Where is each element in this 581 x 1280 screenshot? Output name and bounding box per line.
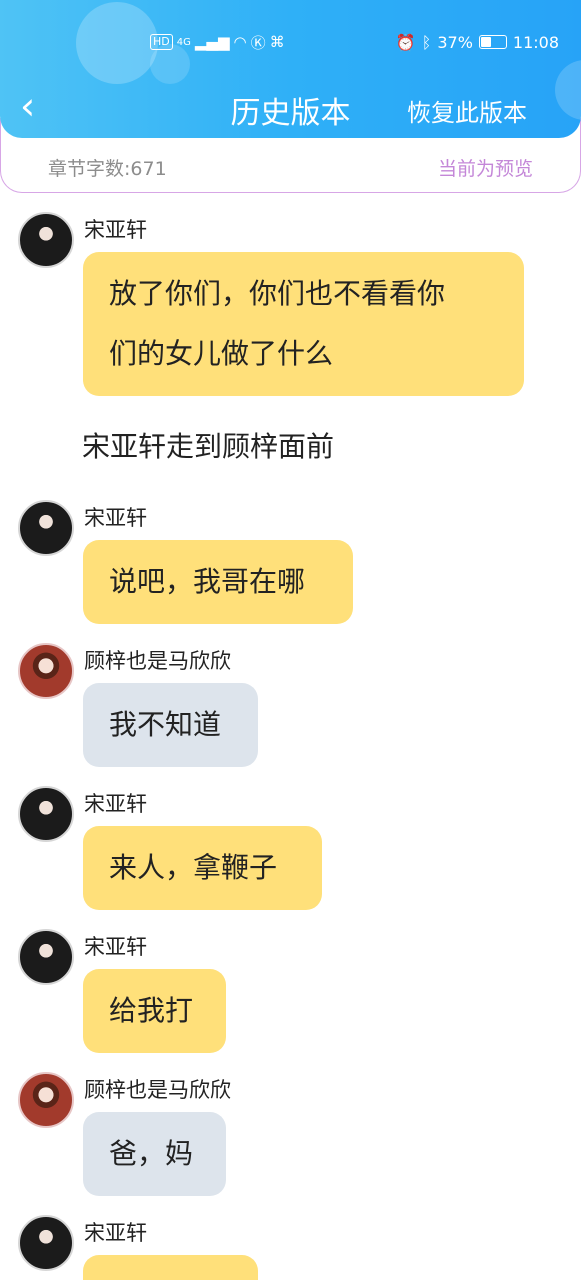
speaker-name: 宋亚轩 xyxy=(84,218,147,242)
avatar[interactable] xyxy=(18,1215,74,1271)
avatar[interactable] xyxy=(18,929,74,985)
message-bubble[interactable]: 我不知道 xyxy=(83,683,258,767)
avatar[interactable] xyxy=(18,212,74,268)
message-bubble[interactable]: 给我打 xyxy=(83,969,226,1053)
message-text: 放了你们，你们也不看看你 们的女儿做了什么 xyxy=(109,264,445,384)
bluetooth-icon: ᛒ xyxy=(421,32,432,52)
message-text: 爸，妈 xyxy=(109,1124,193,1184)
preview-status: 当前为预览 xyxy=(437,158,533,180)
message-bubble[interactable]: 说吧，我哥在哪 xyxy=(83,540,353,624)
battery-percent: 37% xyxy=(437,32,473,52)
hd-indicator: HD xyxy=(150,34,173,50)
signal-icon: ▂▄▆ xyxy=(194,33,230,51)
message-bubble[interactable]: 爸，妈 xyxy=(83,1112,226,1196)
speaker-name: 宋亚轩 xyxy=(84,792,147,816)
restore-version-button[interactable]: 恢复此版本 xyxy=(407,93,527,128)
alarm-icon: ⏰ xyxy=(395,32,416,52)
top-header: HD 4G ▂▄▆ ◠ Ⓚ ⌘ ⏰ ᛒ 37% 11:08 ‹ 历史版本 恢复此… xyxy=(0,0,581,138)
chapter-word-count: 章节字数:671 xyxy=(48,158,167,180)
status-bar: HD 4G ▂▄▆ ◠ Ⓚ ⌘ ⏰ ᛒ 37% 11:08 xyxy=(0,28,581,56)
message-text: 给我打 xyxy=(109,981,193,1041)
avatar[interactable] xyxy=(18,1072,74,1128)
network-type-icon: 4G xyxy=(176,36,191,48)
k-badge-icon: Ⓚ xyxy=(250,33,266,52)
battery-icon xyxy=(478,35,507,49)
message-line: 来人，拿鞭子 xyxy=(109,851,278,884)
speaker-name: 顾梓也是马欣欣 xyxy=(84,1078,231,1102)
message-line: 放了你们，你们也不看看你 xyxy=(109,277,446,310)
avatar[interactable] xyxy=(18,786,74,842)
speaker-name: 宋亚轩 xyxy=(84,506,147,530)
avatar[interactable] xyxy=(18,500,74,556)
message-text: 说吧，我哥在哪 xyxy=(109,552,305,612)
wifi-icon: ◠ xyxy=(233,33,247,51)
speaker-name: 顾梓也是马欣欣 xyxy=(84,649,231,673)
message-line: 爸，妈 xyxy=(109,1137,194,1170)
message-bubble[interactable] xyxy=(83,1255,258,1280)
message-line: 我不知道 xyxy=(109,708,222,741)
message-bubble[interactable]: 放了你们，你们也不看看你 们的女儿做了什么 xyxy=(83,252,524,396)
clock: 11:08 xyxy=(512,32,559,52)
narration-text: 宋亚轩走到顾梓面前 xyxy=(82,430,335,463)
carrier-icon: ⌘ xyxy=(269,33,285,51)
speaker-name: 宋亚轩 xyxy=(84,1221,147,1245)
avatar[interactable] xyxy=(18,643,74,699)
speaker-name: 宋亚轩 xyxy=(84,935,147,959)
message-text: 我不知道 xyxy=(109,695,221,755)
message-text: 来人，拿鞭子 xyxy=(109,838,277,898)
message-line: 们的女儿做了什么 xyxy=(109,337,334,370)
message-line: 说吧，我哥在哪 xyxy=(109,565,306,598)
message-line: 给我打 xyxy=(109,994,194,1027)
message-bubble[interactable]: 来人，拿鞭子 xyxy=(83,826,322,910)
